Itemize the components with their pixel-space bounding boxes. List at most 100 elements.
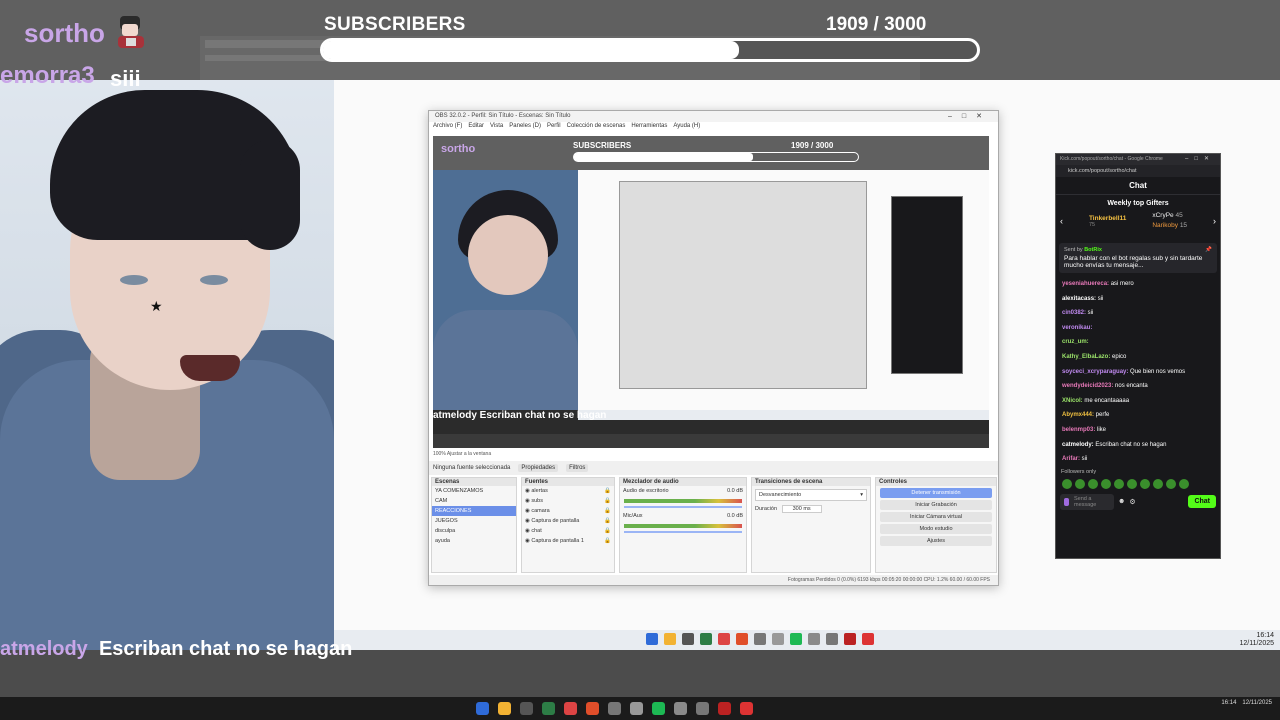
emote-icon[interactable] (1127, 478, 1137, 489)
pinned-message[interactable]: Sent by BotRix 📌 Para hablar con el bot … (1059, 243, 1217, 273)
emote-icon[interactable] (1166, 478, 1176, 489)
emote-icon[interactable] (1179, 478, 1189, 489)
chevron-right-icon[interactable]: › (1213, 216, 1216, 226)
taskbar-app-icon[interactable] (808, 633, 820, 645)
menu-item[interactable]: Herramientas (631, 123, 667, 131)
taskbar-app-icon[interactable] (646, 633, 658, 645)
capture-taskbar: 16:14 12/11/2025 (334, 630, 1280, 650)
window-controls[interactable]: –□✕ (948, 112, 992, 120)
scene-item[interactable]: CAM (432, 496, 516, 506)
taskbar-app-icon[interactable] (630, 702, 643, 715)
taskbar-app-icon[interactable] (608, 702, 621, 715)
scene-item[interactable]: disculpa (432, 526, 516, 536)
taskbar-app-icon[interactable] (674, 702, 687, 715)
menu-item[interactable]: Perfil (547, 123, 561, 131)
chat-text: perfe (1094, 412, 1110, 419)
source-item[interactable]: ◉ subs 🔒 (522, 496, 614, 506)
taskbar-app-icon[interactable] (498, 702, 511, 715)
volume-slider[interactable] (624, 531, 742, 533)
taskbar-app-icon[interactable] (862, 633, 874, 645)
taskbar-app-icon[interactable] (736, 633, 748, 645)
taskbar-app-icon[interactable] (718, 702, 731, 715)
emote-icon[interactable] (1101, 478, 1111, 489)
taskbar-app-icon[interactable] (754, 633, 766, 645)
taskbar-app-icon[interactable] (476, 702, 489, 715)
duration-field[interactable]: 300 ms (781, 505, 822, 513)
source-label: alertas (531, 488, 548, 494)
obs-preview[interactable]: sortho SUBSCRIBERS 1909 / 3000 atmelody … (433, 136, 989, 448)
emote-icon[interactable] (1075, 478, 1085, 489)
taskbar-app-icon[interactable] (718, 633, 730, 645)
chat-username: yeseniahuereca: (1062, 281, 1110, 287)
menu-item[interactable]: Archivo (F) (433, 123, 462, 131)
chat-message: veronikau: (1062, 321, 1214, 336)
emote-picker-icon[interactable]: ☻ (1118, 498, 1125, 505)
emote-icon[interactable] (1114, 478, 1124, 489)
chat-url-bar[interactable]: kick.com/popout/sortho/chat (1056, 165, 1220, 177)
taskbar-app-icon[interactable] (700, 633, 712, 645)
taskbar-app-icon[interactable] (826, 633, 838, 645)
source-item[interactable]: ◉ chat 🔒 (522, 526, 614, 536)
source-label: camara (531, 508, 550, 514)
obs-menubar: Archivo (F) Editar Vista Paneles (D) Perfil C… (429, 122, 998, 132)
eye-icon: ◉ (525, 508, 530, 514)
taskbar-app-icon[interactable] (740, 702, 753, 715)
control-button[interactable]: Modo estudio (880, 524, 992, 534)
gifters-secondary: xCryPe 45 Narikoby 15 (1152, 211, 1187, 231)
menu-item[interactable]: Editar (468, 123, 484, 131)
duration-row: Duración 300 ms (752, 504, 870, 514)
taskbar-app-icon[interactable] (664, 633, 676, 645)
emote-icon[interactable] (1153, 478, 1163, 489)
menu-item[interactable]: Paneles (D) (509, 123, 541, 131)
taskbar-app-icon[interactable] (682, 633, 694, 645)
filters-button[interactable]: Filtros (566, 464, 589, 472)
preview-zoom-status: 100% Ajustar a la ventana (433, 451, 492, 457)
system-tray: 16:14 12/11/2025 (1239, 632, 1274, 648)
properties-button[interactable]: Propiedades (518, 464, 559, 472)
followers-only-badge: Followers only (1061, 468, 1097, 475)
eye-icon: ◉ (525, 538, 530, 544)
chat-text: me encantaaaaa (1082, 397, 1130, 404)
chat-send-button[interactable]: Chat (1188, 495, 1216, 509)
transition-select[interactable]: Desvanecimiento ▾ (755, 489, 867, 501)
control-button[interactable]: Detener transmisión (880, 488, 992, 498)
source-item[interactable]: ◉ Captura de pantalla 🔒 (522, 516, 614, 526)
source-item[interactable]: ◉ camara 🔒 (522, 506, 614, 516)
taskbar-app-icon[interactable] (772, 633, 784, 645)
eye-icon: ◉ (525, 488, 530, 494)
window-controls[interactable]: –□✕ (1185, 155, 1215, 162)
scene-item[interactable]: YA COMENZAMOS (432, 486, 516, 496)
lock-icon: 🔒 (604, 518, 611, 524)
clock-time: 16:14 (1256, 632, 1274, 639)
taskbar-app-icon[interactable] (520, 702, 533, 715)
taskbar-app-icon[interactable] (542, 702, 555, 715)
menu-item[interactable]: Vista (490, 123, 503, 131)
control-button[interactable]: Ajustes (880, 536, 992, 546)
taskbar-app-icon[interactable] (564, 702, 577, 715)
menu-item[interactable]: Ayuda (H) (673, 123, 700, 131)
taskbar-app-icon[interactable] (586, 702, 599, 715)
source-item[interactable]: ◉ alertas 🔒 (522, 486, 614, 496)
volume-slider[interactable] (624, 506, 742, 508)
menu-item[interactable]: Colección de escenas (567, 123, 626, 131)
pinned-text: Para hablar con el bot regalas sub y sin… (1064, 255, 1203, 269)
emote-icon[interactable] (1088, 478, 1098, 489)
preview-webcam (433, 170, 578, 410)
settings-icon[interactable]: ⚙ (1129, 498, 1135, 506)
taskbar-app-icon[interactable] (844, 633, 856, 645)
scene-item[interactable]: ayuda (432, 536, 516, 546)
eye-icon: ◉ (525, 528, 530, 534)
chat-input[interactable]: Send a message (1060, 493, 1114, 510)
taskbar-app-icon[interactable] (652, 702, 665, 715)
taskbar-app-icon[interactable] (790, 633, 802, 645)
chevron-left-icon[interactable]: ‹ (1060, 216, 1063, 226)
chat-text: nos encanta (1113, 383, 1148, 390)
control-button[interactable]: Iniciar Cámara virtual (880, 512, 992, 522)
scene-item[interactable]: JUEGOS (432, 516, 516, 526)
control-button[interactable]: Iniciar Grabación (880, 500, 992, 510)
source-item[interactable]: ◉ Captura de pantalla 1 🔒 (522, 536, 614, 546)
emote-icon[interactable] (1062, 478, 1072, 489)
scene-item[interactable]: REACCIONES (432, 506, 516, 516)
emote-icon[interactable] (1140, 478, 1150, 489)
taskbar-app-icon[interactable] (696, 702, 709, 715)
